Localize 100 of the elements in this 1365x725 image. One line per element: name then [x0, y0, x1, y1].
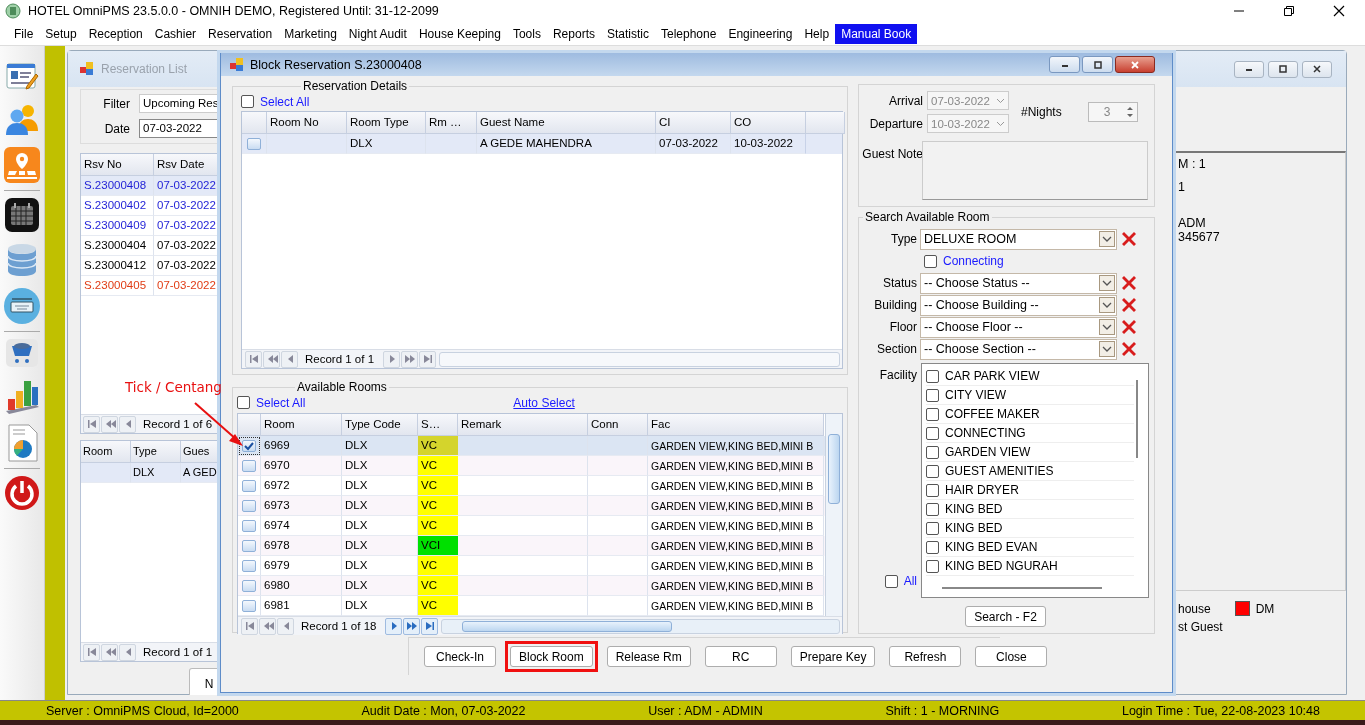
- action-button[interactable]: Prepare Key: [790, 646, 876, 667]
- facility-label[interactable]: HAIR DRYER: [945, 483, 1019, 497]
- menu-item[interactable]: Cashier: [148, 23, 203, 44]
- dropdown[interactable]: -- Choose Status --: [920, 272, 1117, 294]
- column-header[interactable]: Conn: [588, 414, 648, 436]
- clear-icon[interactable]: [1120, 230, 1138, 248]
- row-checkbox[interactable]: [242, 499, 256, 512]
- checkbox[interactable]: [926, 407, 939, 421]
- facility-label[interactable]: GUEST AMENITIES: [945, 464, 1054, 478]
- previous-icon[interactable]: [281, 350, 298, 368]
- search-button[interactable]: Search - F2: [965, 606, 1046, 627]
- document-pencil-icon[interactable]: [5, 60, 39, 92]
- last-page-icon[interactable]: [421, 617, 439, 635]
- column-header[interactable]: Room No: [267, 112, 347, 134]
- cart-icon[interactable]: [5, 338, 39, 368]
- checkbox[interactable]: [926, 540, 939, 554]
- checkbox[interactable]: [926, 369, 939, 383]
- row-checkbox[interactable]: [247, 137, 261, 150]
- select-all-link[interactable]: Select All: [260, 94, 310, 109]
- column-header[interactable]: Room: [261, 414, 342, 436]
- menu-item[interactable]: Setup: [39, 23, 83, 44]
- guest-note-field[interactable]: [922, 141, 1148, 200]
- row-checkbox[interactable]: [242, 459, 256, 472]
- previous-page-icon[interactable]: [263, 350, 280, 368]
- menu-item[interactable]: Reception: [82, 23, 149, 44]
- previous-icon[interactable]: [119, 415, 136, 433]
- checkbox-label[interactable]: All: [903, 574, 917, 588]
- next-icon[interactable]: [383, 350, 401, 368]
- checkbox[interactable]: [926, 464, 939, 478]
- row-checkbox[interactable]: [242, 519, 256, 532]
- checkbox[interactable]: [924, 254, 937, 268]
- close-button[interactable]: [1115, 56, 1155, 73]
- clear-icon[interactable]: [1120, 318, 1138, 336]
- auto-select-link[interactable]: Auto Select: [513, 395, 575, 410]
- row-checkbox[interactable]: [242, 559, 256, 572]
- horizontal-scrollbar[interactable]: [942, 587, 1102, 589]
- facility-label[interactable]: GARDEN VIEW: [945, 445, 1031, 459]
- next-page-icon[interactable]: [403, 617, 421, 635]
- vertical-scrollbar[interactable]: [825, 414, 842, 616]
- previous-icon[interactable]: [119, 643, 136, 661]
- menu-item[interactable]: Engineering: [722, 23, 799, 44]
- checkbox[interactable]: [926, 445, 939, 459]
- menu-item[interactable]: Marketing: [278, 23, 343, 44]
- facility-label[interactable]: COFFEE MAKER: [945, 407, 1040, 421]
- checkbox[interactable]: [926, 559, 939, 573]
- first-page-icon[interactable]: [83, 643, 100, 661]
- first-page-icon[interactable]: [241, 617, 258, 635]
- action-button[interactable]: RC: [704, 646, 777, 667]
- column-header[interactable]: Rsv No: [81, 154, 154, 176]
- row-checkbox[interactable]: [242, 579, 256, 592]
- facility-label[interactable]: CAR PARK VIEW: [945, 369, 1040, 383]
- menu-item[interactable]: Reservation: [202, 23, 279, 44]
- menu-item[interactable]: Tools: [506, 23, 547, 44]
- calendar-icon[interactable]: [4, 197, 40, 233]
- menu-item[interactable]: File: [8, 23, 40, 44]
- column-header[interactable]: CO: [731, 112, 806, 134]
- restore-button[interactable]: [1082, 56, 1113, 73]
- first-page-icon[interactable]: [83, 415, 100, 433]
- restore-icon[interactable]: [1283, 5, 1295, 17]
- next-page-icon[interactable]: [401, 350, 419, 368]
- next-icon[interactable]: [385, 617, 403, 635]
- horizontal-scrollbar[interactable]: [441, 618, 840, 634]
- column-header[interactable]: Type Code: [342, 414, 418, 436]
- column-header[interactable]: Type: [131, 441, 181, 463]
- checkbox[interactable]: [926, 483, 939, 497]
- action-button[interactable]: Check-In: [424, 646, 496, 667]
- facility-label[interactable]: CONNECTING: [945, 426, 1026, 440]
- action-button[interactable]: Close: [975, 646, 1048, 667]
- clear-icon[interactable]: [1120, 340, 1138, 358]
- column-header[interactable]: Gues: [181, 441, 219, 463]
- dropdown[interactable]: DELUXE ROOM: [920, 228, 1117, 250]
- column-header[interactable]: S…: [418, 414, 458, 436]
- column-header[interactable]: Room: [81, 441, 131, 463]
- previous-page-icon[interactable]: [101, 415, 118, 433]
- row-checkbox[interactable]: [242, 539, 256, 552]
- facility-label[interactable]: KING BED NGURAH: [945, 559, 1058, 573]
- checkbox[interactable]: [926, 426, 939, 440]
- row-checkbox[interactable]: [242, 439, 256, 452]
- clear-icon[interactable]: [1120, 274, 1138, 292]
- previous-icon[interactable]: [277, 617, 294, 635]
- menu-item[interactable]: House Keeping: [412, 23, 507, 44]
- menu-item[interactable]: Reports: [546, 23, 601, 44]
- horizontal-scrollbar[interactable]: [439, 351, 840, 367]
- checkbox[interactable]: [926, 502, 939, 516]
- checkbox-label[interactable]: Connecting: [943, 254, 1004, 268]
- building-icon[interactable]: [5, 242, 39, 278]
- facility-label[interactable]: KING BED: [945, 521, 1003, 535]
- vertical-scrollbar[interactable]: [1136, 380, 1138, 458]
- row-checkbox[interactable]: [242, 479, 256, 492]
- dropdown[interactable]: -- Choose Section --: [920, 338, 1117, 360]
- minimize-button[interactable]: [1234, 60, 1264, 78]
- column-header[interactable]: Fac: [648, 414, 824, 436]
- first-page-icon[interactable]: [245, 350, 262, 368]
- dropdown[interactable]: -- Choose Floor --: [920, 316, 1117, 338]
- map-pin-icon[interactable]: [3, 146, 41, 184]
- action-button[interactable]: Refresh: [889, 646, 962, 667]
- column-header[interactable]: Rm …: [426, 112, 477, 134]
- power-icon[interactable]: [4, 475, 40, 511]
- close-icon[interactable]: [1333, 5, 1345, 17]
- facility-label[interactable]: CITY VIEW: [945, 388, 1007, 402]
